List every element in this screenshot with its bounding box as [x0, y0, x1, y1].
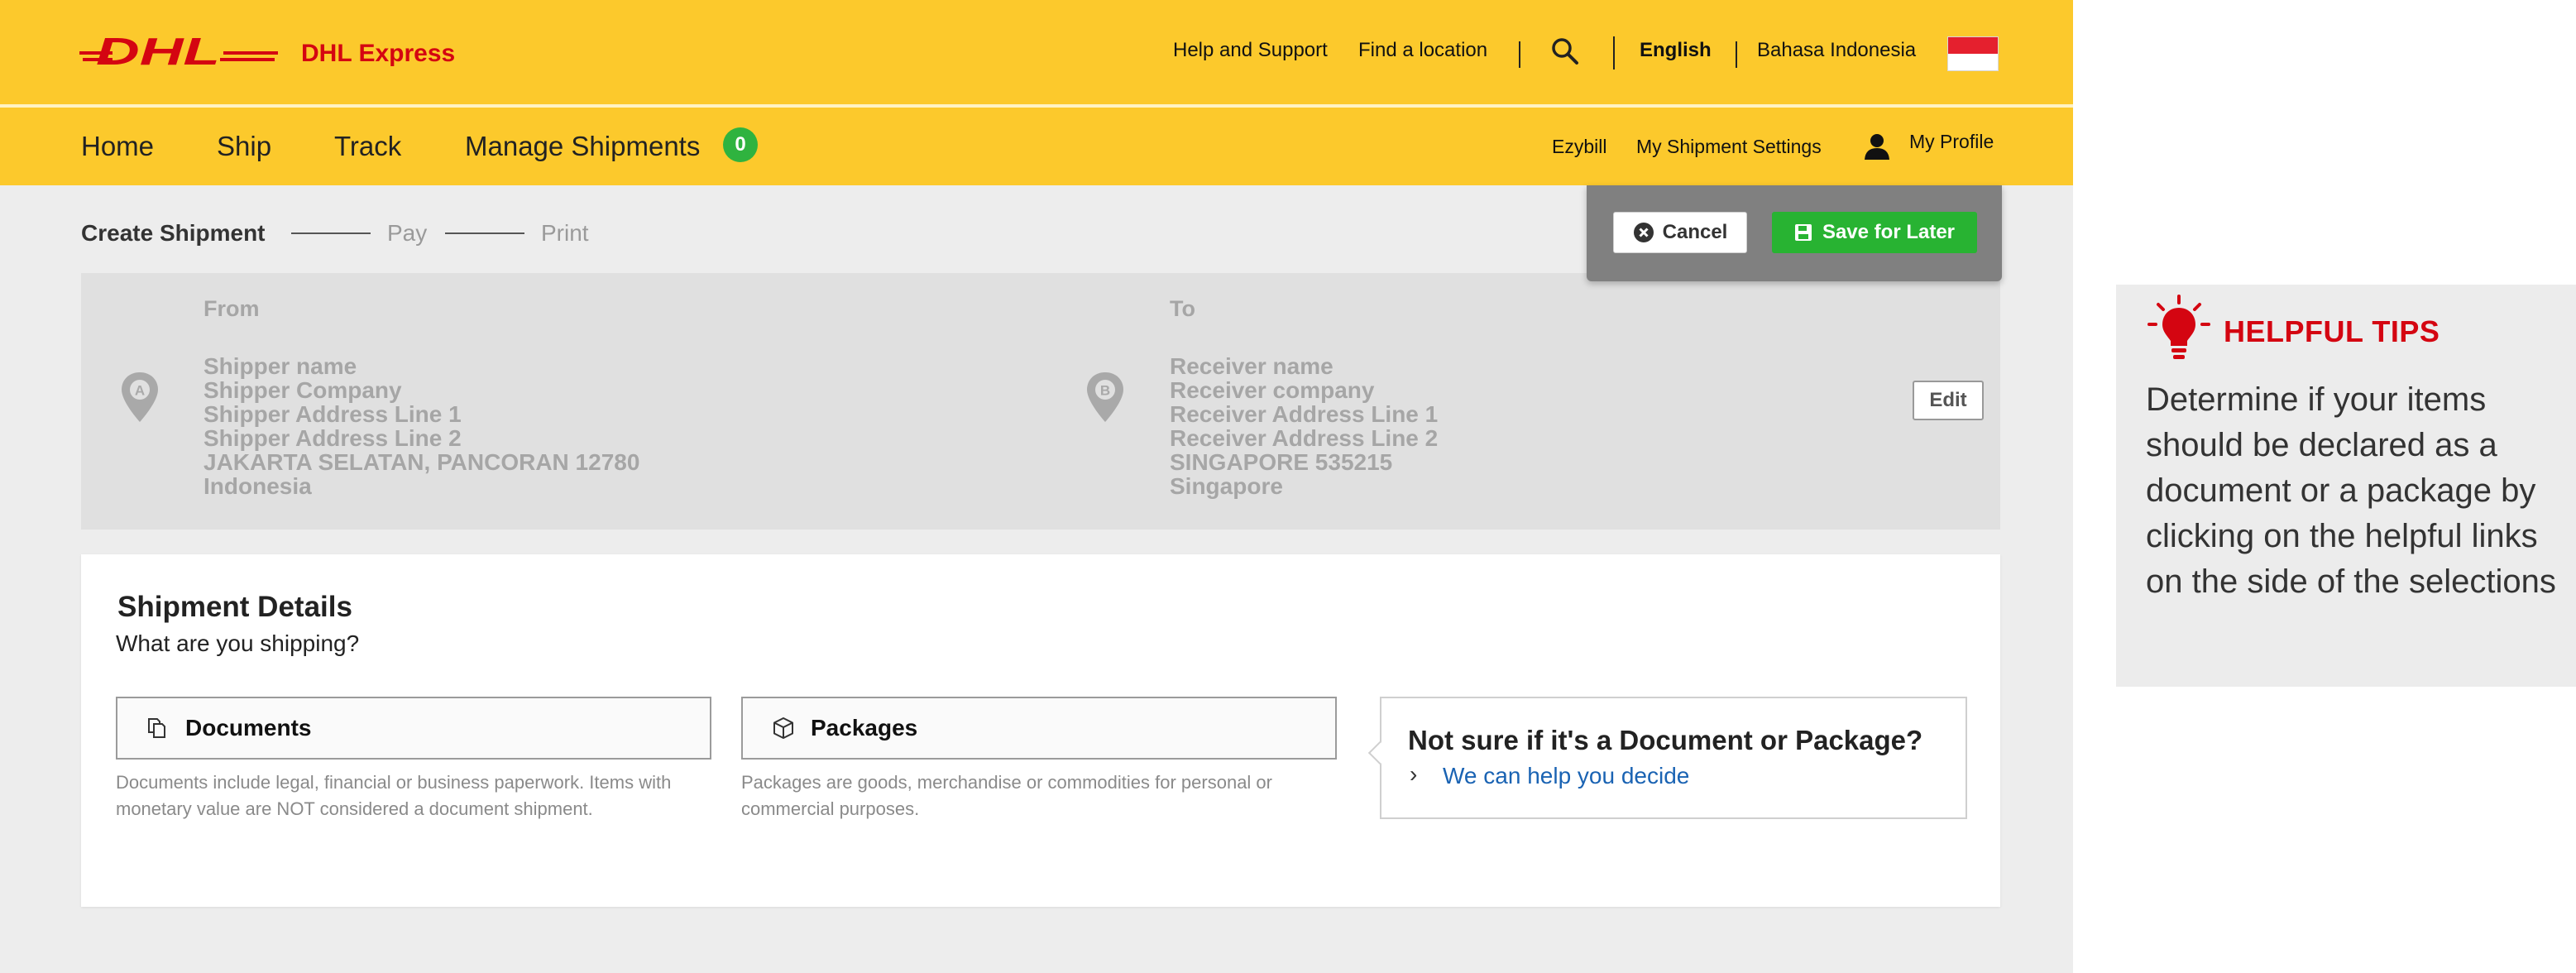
floppy-disk-icon — [1794, 224, 1812, 241]
document-or-package-help-box — [1380, 697, 1967, 819]
from-address-line-2: Shipper Address Line 2 — [203, 425, 462, 451]
header-separator — [1519, 41, 1520, 68]
step-connector — [445, 232, 524, 234]
packages-option-label: Packages — [811, 715, 918, 741]
packages-description: Packages are goods, merchandise or commo… — [741, 772, 1272, 819]
save-for-later-label: Save for Later — [1822, 221, 1956, 243]
brand-name: DHL Express — [301, 40, 456, 67]
package-box-icon — [773, 717, 793, 739]
to-receiver-name: Receiver name — [1170, 353, 1333, 379]
helpful-tips-text: Determine if your items should be declar… — [2146, 381, 2556, 600]
user-icon[interactable] — [1863, 132, 1891, 161]
help-question: Not sure if it's a Document or Package? — [1408, 725, 1923, 755]
help-decide-link[interactable]: We can help you decide — [1443, 763, 1689, 789]
map-pin-icon: A — [122, 372, 158, 422]
documents-description: Documents include legal, financial or bu… — [116, 772, 672, 819]
nav-my-profile[interactable]: My Profile — [1909, 131, 1994, 153]
from-label: From — [203, 296, 260, 321]
language-english[interactable]: English — [1640, 39, 1712, 62]
nav-home[interactable]: Home — [81, 131, 154, 162]
dhl-logo[interactable]: DHL — [79, 33, 278, 70]
pin-b-label: B — [1100, 383, 1110, 399]
to-address: Receiver name Receiver company Receiver … — [1170, 354, 1438, 498]
header-separator — [1613, 36, 1615, 70]
edit-address-button[interactable]: Edit — [1913, 381, 1984, 420]
shipment-details-title: Shipment Details — [117, 591, 352, 623]
from-city-postal: JAKARTA SELATAN, PANCORAN 12780 — [203, 449, 640, 475]
dhl-shipping-page: DHL DHL Express Help and Support Find a … — [0, 0, 2073, 973]
to-label: To — [1170, 296, 1195, 321]
packages-option[interactable]: Packages — [741, 697, 1337, 760]
to-country: Singapore — [1170, 473, 1283, 499]
step-connector — [291, 232, 371, 234]
map-pin-icon: B — [1087, 372, 1123, 422]
save-for-later-button[interactable]: Save for Later — [1772, 212, 1977, 253]
manage-shipments-count-badge: 0 — [723, 127, 758, 162]
language-separator — [1736, 41, 1737, 68]
nav-manage-shipments[interactable]: Manage Shipments — [465, 131, 700, 162]
cancel-button-label: Cancel — [1662, 221, 1728, 243]
dhl-logo-text: DHL — [96, 33, 220, 70]
documents-option-label: Documents — [185, 715, 312, 741]
nav-track[interactable]: Track — [334, 131, 401, 162]
from-shipper-company: Shipper Company — [203, 377, 402, 403]
nav-ship[interactable]: Ship — [217, 131, 271, 162]
step-pay: Pay — [387, 220, 428, 246]
documents-option[interactable]: Documents — [116, 697, 711, 760]
to-address-line-1: Receiver Address Line 1 — [1170, 401, 1439, 427]
find-location-link[interactable]: Find a location — [1358, 39, 1487, 62]
documents-icon — [148, 718, 165, 738]
to-address-line-2: Receiver Address Line 2 — [1170, 425, 1439, 451]
search-icon[interactable] — [1550, 36, 1580, 66]
indonesia-flag-icon[interactable] — [1947, 36, 1999, 71]
from-shipper-name: Shipper name — [203, 353, 357, 379]
to-receiver-company: Receiver company — [1170, 377, 1375, 403]
x-circle-icon — [1633, 223, 1654, 242]
language-bahasa-indonesia[interactable]: Bahasa Indonesia — [1757, 39, 1916, 62]
pin-a-label: A — [135, 383, 145, 399]
nav-my-shipment-settings[interactable]: My Shipment Settings — [1636, 136, 1822, 158]
from-address-line-1: Shipper Address Line 1 — [203, 401, 462, 427]
helpful-tips-title: HELPFUL TIPS — [2224, 314, 2440, 348]
lightbulb-icon — [2147, 295, 2210, 359]
step-print: Print — [541, 220, 589, 246]
chevron-right-icon: › — [1410, 761, 1418, 787]
step-create-shipment: Create Shipment — [81, 220, 266, 246]
app: DHL DHL Express Help and Support Find a … — [0, 0, 2576, 973]
from-address: Shipper name Shipper Company Shipper Add… — [203, 354, 639, 498]
nav-ezybill[interactable]: Ezybill — [1552, 136, 1606, 158]
help-support-link[interactable]: Help and Support — [1173, 39, 1328, 62]
to-city-postal: SINGAPORE 535215 — [1170, 449, 1393, 475]
shipment-details-subtitle: What are you shipping? — [116, 630, 360, 656]
from-country: Indonesia — [203, 473, 312, 499]
cancel-button[interactable]: Cancel — [1613, 212, 1747, 253]
